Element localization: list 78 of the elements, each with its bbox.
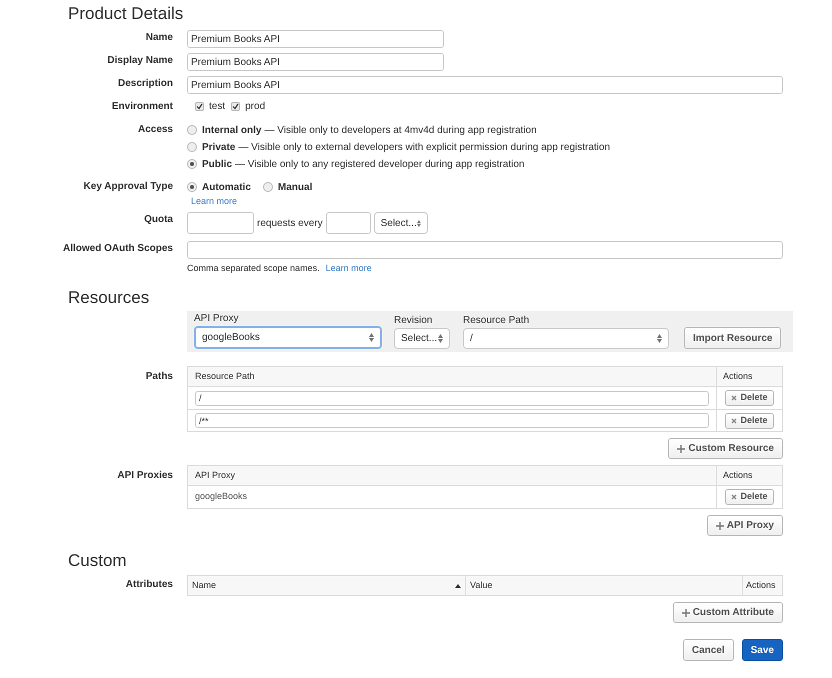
select-dropdown[interactable]: / <box>463 328 669 349</box>
field-label: Environment <box>110 100 173 114</box>
save-button[interactable]: Save <box>742 639 783 661</box>
text-input[interactable] <box>187 241 783 259</box>
checkbox-label: test <box>209 100 226 114</box>
checkbox-label: prod <box>245 100 266 114</box>
select-dropdown[interactable]: Select... <box>394 328 450 349</box>
close-icon <box>731 494 738 500</box>
learn-more-link[interactable]: Learn more <box>326 262 372 274</box>
plus-icon <box>716 522 724 530</box>
option-description: — Visible only to any registered developer during app registration <box>235 158 524 172</box>
option-description: — Visible only to external developers with explicit permission during app registration <box>238 140 610 154</box>
radio-label: Internal only <box>202 124 262 138</box>
delete-button[interactable]: Delete <box>725 489 774 505</box>
section-heading: Product Details <box>68 3 184 25</box>
add-button[interactable]: Custom Attribute <box>672 602 783 623</box>
field-label: Resource Path <box>463 314 530 328</box>
field-label: API Proxy <box>194 312 240 326</box>
field-label: Allowed OAuth Scopes <box>62 242 173 256</box>
text-input[interactable]: Premium Books API <box>187 53 444 71</box>
column-header: Value <box>465 576 742 595</box>
column-header: Actions <box>716 367 782 386</box>
column-header[interactable]: Name <box>188 576 465 595</box>
field-label: Access <box>136 123 173 137</box>
sort-ascending-icon <box>455 584 461 588</box>
cancel-button[interactable]: Cancel <box>682 639 734 661</box>
radio-button[interactable] <box>187 125 197 135</box>
action-button[interactable]: Import Resource <box>684 327 782 349</box>
help-text: Comma separated scope names. <box>187 262 320 274</box>
radio-button[interactable] <box>262 182 273 192</box>
column-header: API Proxy <box>194 468 236 482</box>
add-button[interactable]: API Proxy <box>706 515 783 536</box>
radio-label: Private <box>202 140 236 154</box>
quota-text: requests every <box>257 216 323 230</box>
radio-label: Manual <box>278 180 312 194</box>
radio-label: Automatic <box>202 180 251 194</box>
field-label: Attributes <box>124 578 173 592</box>
text-input[interactable]: /** <box>195 413 709 428</box>
option-description: — Visible only to developers at 4mv4d during app registration <box>264 124 537 138</box>
table-cell-text: googleBooks <box>195 490 248 504</box>
text-input[interactable]: Premium Books API <box>187 76 783 94</box>
radio-label: Public <box>202 158 232 172</box>
learn-more-link[interactable]: Learn more <box>191 195 783 207</box>
plus-icon <box>677 444 686 452</box>
select-arrows-icon <box>657 334 662 343</box>
column-header: Resource Path <box>194 370 256 383</box>
text-input[interactable] <box>187 212 254 234</box>
checkbox[interactable] <box>195 102 204 111</box>
radio-button[interactable] <box>187 182 197 192</box>
radio-button[interactable] <box>187 159 197 169</box>
field-label: Key Approval Type <box>82 180 173 194</box>
select-arrows-icon <box>369 333 374 342</box>
select-dropdown[interactable]: Select... <box>374 212 428 234</box>
add-button[interactable]: Custom Resource <box>668 438 783 459</box>
delete-button[interactable]: Delete <box>725 412 774 428</box>
column-header: Actions <box>742 576 782 595</box>
field-label: Name <box>144 31 173 45</box>
field-label: Display Name <box>106 54 173 68</box>
field-label: Revision <box>394 314 434 328</box>
field-label: Paths <box>144 370 173 384</box>
delete-button[interactable]: Delete <box>725 390 774 406</box>
text-input[interactable]: Premium Books API <box>187 30 444 48</box>
plus-icon <box>682 608 690 616</box>
select-arrows-icon <box>438 334 443 343</box>
section-heading: Custom <box>68 550 128 572</box>
field-label: API Proxies <box>116 469 173 483</box>
radio-button[interactable] <box>187 142 197 152</box>
close-icon <box>731 418 738 424</box>
select-arrows-icon <box>416 218 421 228</box>
checkbox[interactable] <box>231 102 240 111</box>
text-input[interactable]: / <box>195 390 709 406</box>
field-label: Description <box>116 77 173 91</box>
column-header: Actions <box>716 466 782 485</box>
close-icon <box>731 395 738 401</box>
section-heading: Resources <box>68 287 150 309</box>
field-label: Quota <box>143 213 173 227</box>
select-dropdown[interactable]: googleBooks <box>194 326 382 349</box>
text-input[interactable] <box>326 212 371 234</box>
